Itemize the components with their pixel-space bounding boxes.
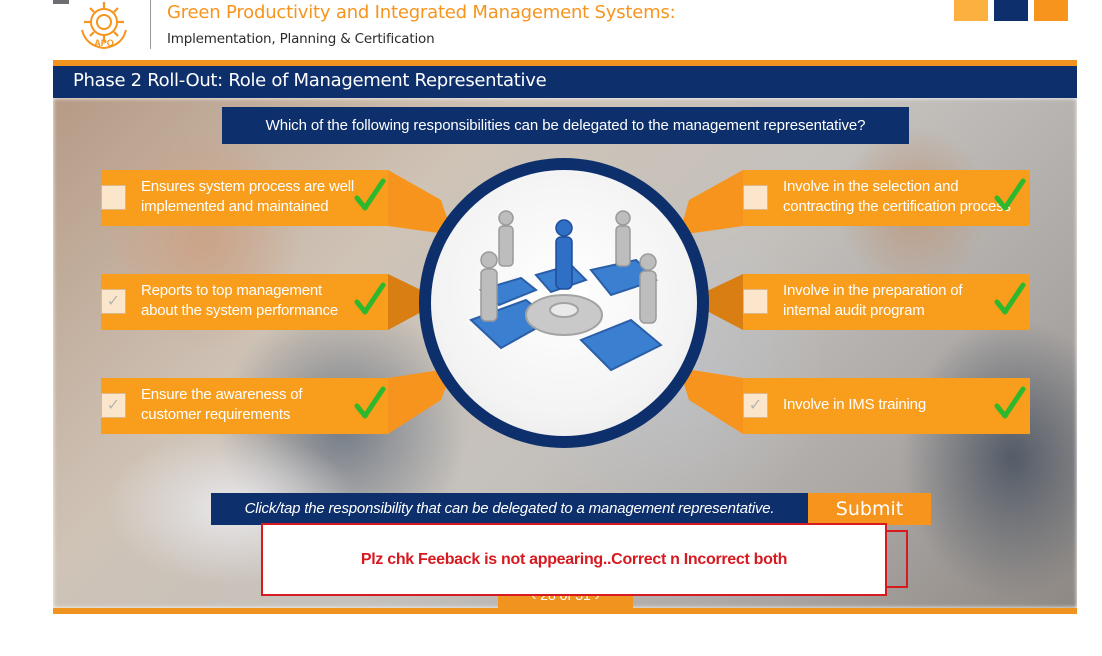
green-check-icon	[354, 178, 386, 211]
green-check-icon	[354, 282, 386, 315]
question-text: Which of the following responsibilities …	[222, 107, 909, 144]
header-square-orange	[1034, 0, 1068, 21]
slide-title-bar: Phase 2 Roll-Out: Role of Management Rep…	[53, 66, 1077, 98]
instruction-text: Click/tap the responsibility that can be…	[211, 493, 808, 525]
option-2[interactable]: ✓ Reports to top management about the sy…	[101, 274, 388, 330]
corner-mark	[53, 0, 69, 4]
option-2-label: Reports to top management about the syst…	[141, 281, 338, 321]
option-5[interactable]: Involve in the preparation of internal a…	[743, 274, 1030, 330]
header-divider	[150, 0, 151, 49]
bottom-strip	[53, 608, 1077, 614]
option-6[interactable]: ✓ Involve in IMS training	[743, 378, 1030, 434]
course-title: Green Productivity and Integrated Manage…	[167, 2, 676, 23]
option-5-label: Involve in the preparation of internal a…	[783, 281, 963, 321]
option-1-line-1: Ensures system process are well	[141, 178, 355, 195]
option-4-line-2: contracting the certification process	[783, 198, 1011, 215]
header-square-navy	[994, 0, 1028, 21]
option-3-label: Ensure the awareness of customer require…	[141, 385, 303, 425]
review-note: Plz chk Feeback is not appearing..Correc…	[261, 523, 887, 596]
option-4-line-1: Involve in the selection and	[783, 178, 959, 195]
option-5-line-1: Involve in the preparation of	[783, 282, 963, 299]
option-3-line-1: Ensure the awareness of	[141, 386, 303, 403]
header-square-light-orange	[954, 0, 988, 21]
option-1-checkbox[interactable]	[101, 185, 126, 210]
option-6-checkbox[interactable]: ✓	[743, 393, 768, 418]
green-check-icon	[354, 386, 386, 419]
slide-title: Phase 2 Roll-Out: Role of Management Rep…	[73, 70, 547, 91]
option-1[interactable]: Ensures system process are well implemen…	[101, 170, 388, 226]
option-6-label: Involve in IMS training	[783, 395, 926, 415]
option-3-line-2: customer requirements	[141, 406, 291, 423]
review-note-text: Plz chk Feeback is not appearing..Correc…	[360, 550, 788, 568]
option-1-label: Ensures system process are well implemen…	[141, 177, 354, 217]
submit-button[interactable]: Submit	[808, 493, 931, 525]
teamwork-illustration	[431, 170, 697, 436]
course-subtitle: Implementation, Planning & Certification	[167, 31, 435, 47]
logo-text: APO	[94, 38, 114, 48]
option-6-line-1: Involve in IMS training	[783, 396, 926, 413]
option-2-line-2: about the system performance	[141, 302, 339, 319]
option-4-checkbox[interactable]	[743, 185, 768, 210]
option-2-checkbox[interactable]: ✓	[101, 289, 126, 314]
option-3[interactable]: ✓ Ensure the awareness of customer requi…	[101, 378, 388, 434]
option-4-label: Involve in the selection and contracting…	[783, 177, 1011, 217]
option-5-line-2: internal audit program	[783, 302, 925, 319]
green-check-icon	[994, 386, 1026, 419]
green-check-icon	[994, 178, 1026, 211]
option-5-checkbox[interactable]	[743, 289, 768, 314]
puzzle-people-icon	[469, 210, 663, 372]
option-1-line-2: implemented and maintained	[141, 198, 329, 215]
green-check-icon	[994, 282, 1026, 315]
option-3-checkbox[interactable]: ✓	[101, 393, 126, 418]
option-2-line-1: Reports to top management	[141, 282, 322, 299]
apo-logo: APO	[81, 2, 127, 50]
teamwork-illustration-frame	[419, 158, 709, 448]
slide-stage: Phase 2 Roll-Out: Role of Management Rep…	[53, 60, 1077, 614]
option-4[interactable]: Involve in the selection and contracting…	[743, 170, 1030, 226]
